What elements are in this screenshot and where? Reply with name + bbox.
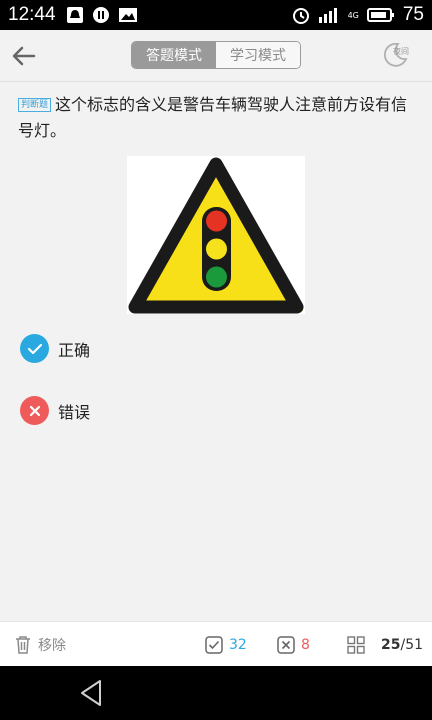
mode-switch: 答题模式 学习模式	[131, 41, 301, 69]
notification-icons	[66, 6, 138, 24]
question-text: 这个标志的含义是警告车辆驾驶人注意前方设有信号灯。	[18, 95, 408, 140]
trash-icon	[16, 635, 30, 654]
question-progress[interactable]: 25/51	[381, 622, 423, 667]
wrong-count[interactable]: 8	[277, 622, 310, 667]
bottom-toolbar: 移除 32 8 25/51	[0, 621, 432, 666]
system-nav-bar	[0, 666, 432, 720]
x-box-icon	[277, 635, 295, 654]
current-question-number: 25	[381, 636, 401, 653]
wrong-count-value: 8	[301, 636, 310, 653]
nav-back-icon[interactable]	[77, 678, 105, 708]
traffic-light-warning-sign	[128, 157, 304, 314]
option-label: 正确	[58, 340, 91, 360]
signal-icon	[318, 8, 337, 23]
close-icon	[20, 396, 49, 425]
option-wrong[interactable]: 错误	[20, 396, 90, 425]
battery-icon	[366, 8, 394, 22]
top-bar: 答题模式 学习模式 夜间	[0, 30, 432, 82]
question-grid-button[interactable]	[347, 622, 371, 667]
status-bar: 12:44 4G 75	[0, 0, 432, 30]
option-correct[interactable]: 正确	[20, 334, 90, 363]
image-icon	[118, 8, 137, 22]
tab-study-mode[interactable]: 学习模式	[216, 42, 300, 68]
total-questions: /51	[400, 636, 424, 653]
question-text-block: 判断题 这个标志的含义是警告车辆驾驶人注意前方设有信号灯。	[18, 92, 418, 144]
correct-count-value: 32	[229, 636, 247, 653]
question-type-badge: 判断题	[18, 98, 52, 112]
checkbox-icon	[205, 635, 223, 654]
status-time: 12:44	[8, 4, 56, 25]
grid-icon	[347, 635, 365, 654]
pause-icon	[92, 7, 109, 23]
status-right: 4G 75	[292, 4, 424, 26]
night-mode-label: 夜间	[393, 47, 409, 56]
remove-button[interactable]: 移除	[14, 622, 66, 667]
battery-level: 75	[402, 4, 424, 25]
tab-answer-mode[interactable]: 答题模式	[132, 42, 216, 68]
check-icon	[20, 334, 49, 363]
option-label: 错误	[58, 402, 91, 422]
correct-count[interactable]: 32	[205, 622, 247, 667]
network-type: 4G	[347, 10, 359, 20]
remove-label: 移除	[38, 637, 66, 654]
notification-icon	[66, 7, 83, 23]
alarm-icon	[292, 8, 309, 24]
back-arrow-icon[interactable]	[8, 40, 40, 72]
traffic-sign-image	[127, 156, 305, 314]
